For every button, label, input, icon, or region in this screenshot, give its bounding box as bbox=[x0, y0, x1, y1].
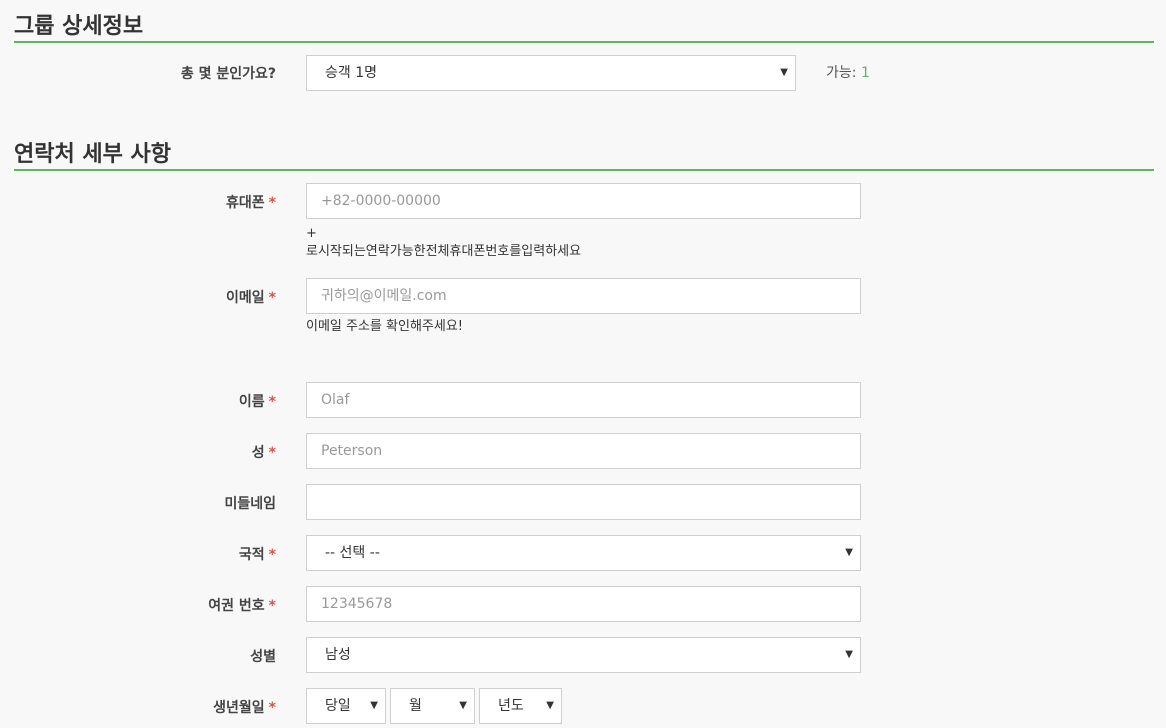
email-hint: 이메일 주소를 확인해주세요! bbox=[306, 319, 463, 334]
availability-label: 가능: bbox=[826, 65, 857, 81]
first-name-label-text: 이름 bbox=[238, 394, 265, 410]
phone-hint: 로시작되는연락가능한전체휴대폰번호를입력하세요 bbox=[306, 244, 582, 259]
last-name-label-text: 성 bbox=[251, 445, 265, 461]
chevron-down-icon: ▼ bbox=[546, 700, 554, 711]
required-marker: * bbox=[268, 700, 276, 716]
dob-day-value: 당일 bbox=[325, 698, 351, 714]
passengers-select[interactable]: 승객 1명 ▼ bbox=[306, 55, 796, 91]
required-marker: * bbox=[268, 195, 276, 211]
group-details-title: 그룹 상세정보 bbox=[14, 14, 144, 39]
passengers-label-text: 총 몇 분인가요? bbox=[180, 66, 276, 82]
gender-select-value: 남성 bbox=[325, 647, 351, 663]
email-input[interactable]: 귀하의@이메일.com bbox=[306, 278, 861, 314]
chevron-down-icon: ▼ bbox=[780, 67, 788, 78]
group-details-divider bbox=[14, 41, 1154, 43]
nationality-label: 국적 * bbox=[239, 544, 276, 564]
passport-input[interactable]: 12345678 bbox=[306, 586, 861, 622]
phone-label-text: 휴대폰 bbox=[226, 195, 265, 211]
passport-label-text: 여권 번호 bbox=[208, 598, 265, 614]
nationality-label-text: 국적 bbox=[238, 547, 265, 563]
availability-info: 가능: 1 bbox=[826, 62, 870, 82]
passport-label: 여권 번호 * bbox=[208, 595, 276, 615]
dob-label: 생년월일 * bbox=[213, 697, 276, 717]
last-name-input[interactable]: Peterson bbox=[306, 433, 861, 469]
middle-name-label-text: 미들네임 bbox=[224, 496, 276, 512]
dob-day-select[interactable]: 당일 ▼ bbox=[306, 688, 386, 724]
email-label-text: 이메일 bbox=[226, 290, 265, 306]
last-name-label: 성 * bbox=[252, 442, 276, 462]
gender-label-text: 성별 bbox=[250, 649, 276, 665]
contact-details-title: 연락처 세부 사항 bbox=[14, 142, 171, 167]
required-marker: * bbox=[268, 598, 276, 614]
chevron-down-icon: ▼ bbox=[845, 649, 853, 660]
contact-form-page: 그룹 상세정보 총 몇 분인가요? 승객 1명 ▼ 가능: 1 연락처 세부 사… bbox=[0, 0, 1166, 728]
dob-year-select[interactable]: 년도 ▼ bbox=[479, 688, 562, 724]
middle-name-label: 미들네임 bbox=[224, 493, 276, 513]
nationality-select[interactable]: -- 선택 -- ▼ bbox=[306, 535, 861, 571]
required-marker: * bbox=[268, 394, 276, 410]
phone-hint-plus: + bbox=[306, 226, 317, 241]
email-label: 이메일 * bbox=[226, 287, 276, 307]
nationality-select-value: -- 선택 -- bbox=[325, 545, 380, 561]
dob-year-value: 년도 bbox=[498, 698, 524, 714]
middle-name-input[interactable] bbox=[306, 484, 861, 520]
required-marker: * bbox=[268, 445, 276, 461]
first-name-input[interactable]: Olaf bbox=[306, 382, 861, 418]
chevron-down-icon: ▼ bbox=[459, 700, 467, 711]
chevron-down-icon: ▼ bbox=[370, 700, 378, 711]
dob-month-select[interactable]: 월 ▼ bbox=[390, 688, 475, 724]
phone-label: 휴대폰 * bbox=[226, 192, 276, 212]
required-marker: * bbox=[268, 290, 276, 306]
gender-select[interactable]: 남성 ▼ bbox=[306, 637, 861, 673]
availability-count: 1 bbox=[860, 65, 870, 81]
passengers-label: 총 몇 분인가요? bbox=[181, 63, 276, 83]
first-name-label: 이름 * bbox=[239, 391, 276, 411]
required-marker: * bbox=[268, 547, 276, 563]
phone-input[interactable]: +82-0000-00000 bbox=[306, 183, 861, 219]
gender-label: 성별 bbox=[250, 646, 276, 666]
chevron-down-icon: ▼ bbox=[845, 547, 853, 558]
passengers-select-value: 승객 1명 bbox=[325, 65, 377, 81]
contact-details-divider bbox=[14, 169, 1154, 171]
dob-month-value: 월 bbox=[409, 698, 422, 714]
dob-label-text: 생년월일 bbox=[213, 700, 265, 716]
